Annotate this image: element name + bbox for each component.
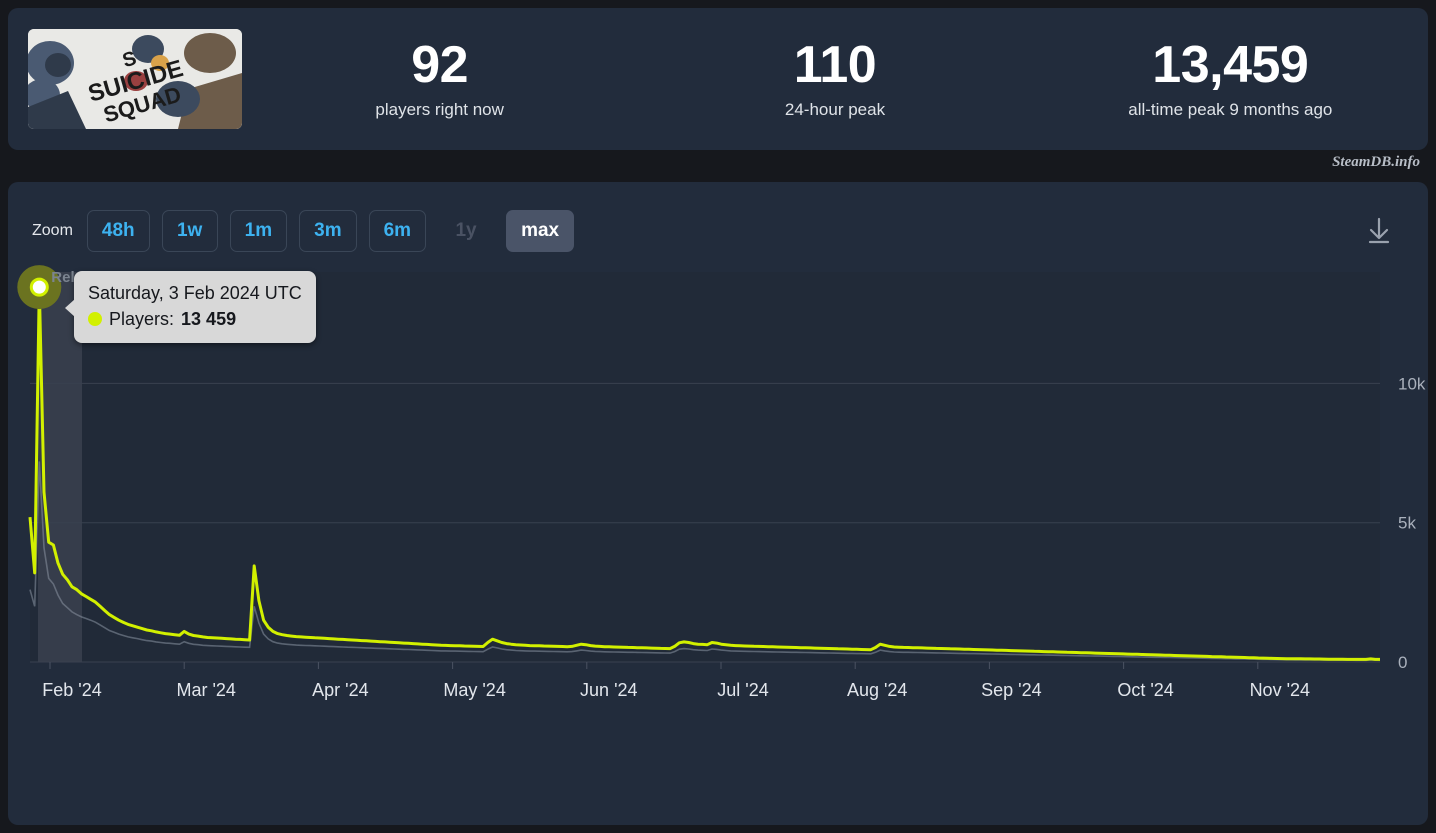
x-axis-label: Jul '24 (717, 680, 768, 700)
stat-caption: players right now (375, 100, 504, 120)
steamdb-chart-page: S SUICIDE SQUAD 92 players right now 110… (0, 0, 1436, 833)
y-axis-label: 5k (1398, 514, 1416, 533)
stat-24-hour-peak: 110 24-hour peak (637, 38, 1032, 121)
y-axis-label: 10k (1398, 374, 1426, 393)
stat-value: 92 (411, 35, 469, 94)
marker-label: Rel (51, 269, 74, 286)
tooltip-series-label: Players: (109, 309, 175, 330)
stat-value: 110 (793, 35, 877, 94)
x-axis-label: Nov '24 (1250, 680, 1310, 700)
game-capsule-image[interactable]: S SUICIDE SQUAD (28, 29, 242, 129)
stat-players-right-now: 92 players right now (242, 38, 637, 121)
x-axis-ticks (49, 662, 1259, 669)
stat-all-time-peak: 13,459 all-time peak 9 months ago (1033, 38, 1428, 121)
x-axis-label: Apr '24 (312, 680, 368, 700)
stat-value: 13,459 (1152, 35, 1309, 94)
tooltip-series-row: Players: 13 459 (88, 306, 302, 332)
x-axis-label: Aug '24 (847, 680, 908, 700)
x-axis-label: Feb '24 (42, 680, 101, 700)
x-axis-label: Mar '24 (176, 680, 235, 700)
chart-tooltip: Saturday, 3 Feb 2024 UTC Players: 13 459 (65, 271, 316, 344)
x-axis-label: Oct '24 (1117, 680, 1173, 700)
highcharts-plot[interactable]: 0 5k 10k Feb '24 Mar '24 Apr '24 May '24 Jun '… (8, 182, 1428, 833)
y-axis-label: 0 (1398, 653, 1407, 672)
tooltip-date: Saturday, 3 Feb 2024 UTC (88, 283, 302, 303)
x-axis-label: Sep '24 (981, 680, 1042, 700)
marker-point (29, 277, 49, 297)
x-axis-label: Jun '24 (580, 680, 637, 700)
steamdb-attribution: SteamDB.info (1332, 154, 1420, 170)
stats-row: 92 players right now 110 24-hour peak 13… (242, 8, 1428, 150)
player-count-chart-card: Zoom 48h 1w 1m 3m 6m 1y max 0 5k 10k Feb… (8, 182, 1428, 833)
stat-caption: 24-hour peak (784, 100, 886, 120)
capsule-artwork: S SUICIDE SQUAD (28, 29, 242, 129)
stat-caption: all-time peak 9 months ago (1128, 100, 1333, 120)
tooltip-series-value: 13 459 (181, 309, 237, 330)
x-axis-tick-labels: Feb '24 Mar '24 Apr '24 May '24 Jun '24 Jul '… (42, 680, 1310, 700)
header-stats-card: S SUICIDE SQUAD 92 players right now 110… (8, 8, 1428, 150)
tooltip-arrow (65, 299, 75, 317)
x-axis-label: May '24 (443, 680, 505, 700)
y-axis-tick-labels: 0 5k 10k (1398, 374, 1426, 672)
tooltip-series-dot (88, 312, 102, 327)
